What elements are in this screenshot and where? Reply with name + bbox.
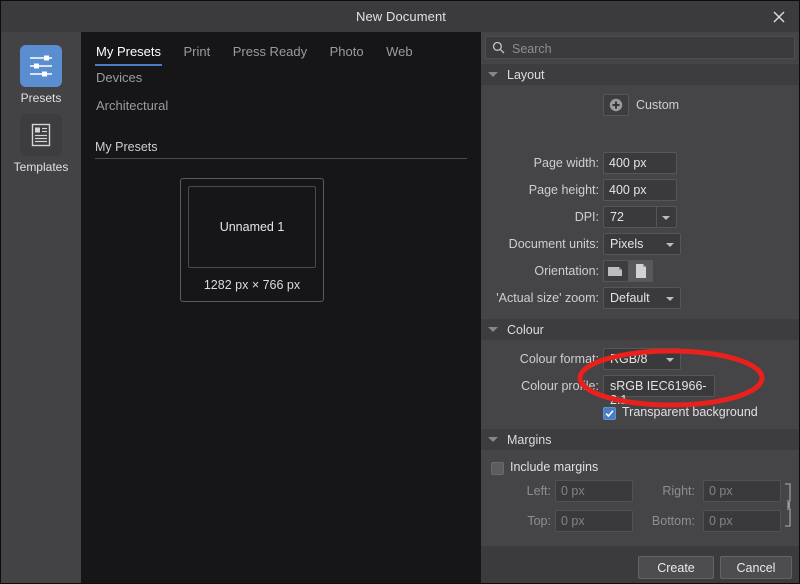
- document-units-value: Pixels: [610, 237, 643, 251]
- tab-web[interactable]: Web: [385, 40, 414, 66]
- transparent-background-label[interactable]: Transparent background: [622, 405, 758, 419]
- chevron-down-icon: [666, 358, 674, 362]
- chevron-down-icon: [666, 243, 674, 247]
- section-title-layout: Layout: [507, 68, 545, 82]
- orientation-landscape-button[interactable]: [603, 260, 628, 282]
- preset-category-tabs: My Presets Print Press Ready Photo Web D…: [95, 40, 475, 120]
- chevron-down-icon: [666, 297, 674, 301]
- section-title-margins: Margins: [507, 433, 551, 447]
- preset-dimensions: 1282 px × 766 px: [181, 278, 323, 292]
- colour-format-value: RGB/8: [610, 352, 648, 366]
- dpi-value: 72: [610, 210, 624, 224]
- link-chain-icon[interactable]: [784, 482, 793, 528]
- colour-format-label: Colour format:: [499, 352, 599, 366]
- page-height-label: Page height:: [495, 183, 599, 197]
- dialog-footer: Create Cancel: [481, 546, 799, 584]
- section-header-colour[interactable]: Colour: [481, 319, 799, 340]
- actual-size-zoom-label: 'Actual size' zoom:: [485, 291, 599, 305]
- tab-my-presets[interactable]: My Presets: [95, 40, 162, 66]
- document-list-icon: [20, 114, 62, 156]
- sidebar-item-templates[interactable]: Templates: [1, 114, 81, 174]
- colour-profile-value: sRGB IEC61966-2.1: [610, 379, 714, 407]
- sidebar-item-presets[interactable]: Presets: [1, 45, 81, 105]
- page-title: New Document: [1, 9, 800, 24]
- page-height-input[interactable]: [603, 179, 677, 201]
- title-bar: New Document: [1, 1, 800, 32]
- include-margins-checkbox[interactable]: [491, 462, 504, 475]
- margin-top-label: Top:: [495, 514, 551, 528]
- sidebar-item-presets-label: Presets: [21, 91, 62, 105]
- page-width-input[interactable]: [603, 152, 677, 174]
- orientation-portrait-button[interactable]: [628, 260, 653, 282]
- tab-print[interactable]: Print: [183, 40, 212, 66]
- sidebar-item-templates-label: Templates: [14, 160, 69, 174]
- colour-format-dropdown[interactable]: RGB/8: [603, 348, 681, 370]
- chevron-down-icon: [662, 216, 670, 220]
- include-margins-label[interactable]: Include margins: [510, 460, 598, 474]
- colour-profile-dropdown[interactable]: sRGB IEC61966-2.1: [603, 375, 715, 397]
- section-header-layout[interactable]: Layout: [481, 64, 799, 85]
- document-units-dropdown[interactable]: Pixels: [603, 233, 681, 255]
- search-input[interactable]: [510, 37, 794, 60]
- preset-name: Unnamed 1: [220, 220, 285, 234]
- preset-card-unnamed-1[interactable]: Unnamed 1 1282 px × 766 px: [180, 178, 324, 302]
- custom-preset-label: Custom: [636, 98, 679, 112]
- dpi-label: DPI:: [519, 210, 599, 224]
- margin-bottom-label: Bottom:: [621, 514, 695, 528]
- margin-left-label: Left:: [495, 484, 551, 498]
- section-header-margins[interactable]: Margins: [481, 429, 799, 450]
- cancel-button[interactable]: Cancel: [720, 556, 792, 579]
- sliders-icon: [20, 45, 62, 87]
- margin-right-label: Right:: [631, 484, 695, 498]
- tab-architectural[interactable]: Architectural: [95, 94, 169, 120]
- actual-size-zoom-value: Default: [610, 291, 650, 305]
- orientation-label: Orientation:: [509, 264, 599, 278]
- actual-size-zoom-dropdown[interactable]: Default: [603, 287, 681, 309]
- section-title-colour: Colour: [507, 323, 544, 337]
- new-document-dialog: New Document: [0, 0, 800, 584]
- search-field-wrapper[interactable]: [485, 36, 795, 59]
- tab-photo[interactable]: Photo: [329, 40, 365, 66]
- settings-panel: Layout Custom Page width: Page height: D…: [481, 32, 799, 584]
- colour-profile-label: Colour profile:: [499, 379, 599, 393]
- dpi-dropdown[interactable]: 72: [603, 206, 677, 228]
- my-presets-heading: My Presets: [95, 140, 467, 159]
- sidebar: Presets Templates: [1, 32, 81, 584]
- margin-bottom-input[interactable]: [703, 510, 781, 532]
- margin-left-input[interactable]: [555, 480, 633, 502]
- tab-devices[interactable]: Devices: [95, 66, 143, 92]
- preset-thumbnail: Unnamed 1: [188, 186, 316, 268]
- dpi-divider: [656, 207, 657, 227]
- tab-press-ready[interactable]: Press Ready: [232, 40, 308, 66]
- chevron-down-icon: [488, 437, 498, 442]
- margin-right-input[interactable]: [703, 480, 781, 502]
- chevron-down-icon: [488, 72, 498, 77]
- add-preset-button[interactable]: [603, 94, 629, 116]
- presets-panel: My Presets Print Press Ready Photo Web D…: [81, 32, 481, 584]
- create-button[interactable]: Create: [638, 556, 714, 579]
- transparent-background-checkbox[interactable]: [603, 407, 616, 420]
- close-icon[interactable]: [757, 1, 800, 32]
- document-units-label: Document units:: [487, 237, 599, 251]
- page-width-label: Page width:: [501, 156, 599, 170]
- chevron-down-icon: [488, 327, 498, 332]
- search-icon: [492, 41, 505, 54]
